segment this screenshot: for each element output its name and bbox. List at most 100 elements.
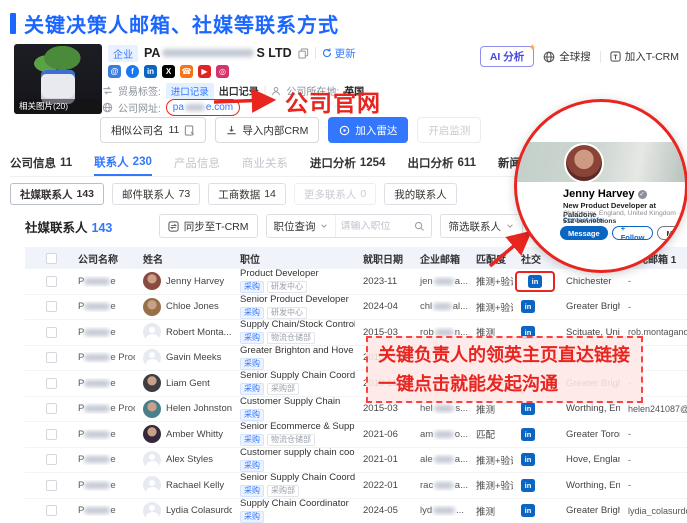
pill-更多联系人[interactable]: 更多联系人0	[294, 183, 376, 205]
linkedin-annotation-box: 关键负责人的领英主页直达链接 一键点击就能发起沟通	[366, 336, 643, 403]
more-button[interactable]: More	[657, 226, 687, 240]
position-tag: 采购	[240, 307, 264, 319]
contact-row[interactable]: PeJenny HarveyProduct Developer采购研发中心202…	[25, 269, 687, 295]
youtube-icon[interactable]: ▶	[198, 65, 211, 78]
checkbox-cell	[25, 505, 70, 516]
row-checkbox[interactable]	[46, 480, 57, 491]
phone-icon[interactable]: ☎	[180, 65, 193, 78]
annotation-line2: 一键点击就能发起沟通	[378, 370, 641, 399]
email-blur	[434, 405, 455, 412]
instagram-icon[interactable]: ◎	[216, 65, 229, 78]
row-checkbox[interactable]	[46, 403, 57, 414]
company-name: PA S LTD	[144, 46, 292, 60]
linkedin-icon[interactable]: in	[521, 453, 535, 466]
column-header: 公司名称	[70, 251, 135, 266]
company-suffix: e	[110, 505, 115, 516]
tab-公司信息[interactable]: 公司信息11	[10, 149, 72, 176]
contact-row[interactable]: PeLydia ColasurdoSupply Chain Coordinato…	[25, 499, 687, 523]
tcrm-icon	[610, 51, 621, 62]
message-button[interactable]: Message	[560, 226, 608, 240]
contact-row[interactable]: PeAlex StylesCustomer supply chain coord…	[25, 448, 687, 474]
avatar	[143, 374, 161, 392]
pill-社媒联系人[interactable]: 社媒联系人143	[10, 183, 104, 205]
row-checkbox[interactable]	[46, 429, 57, 440]
import-crm-button[interactable]: 导入内部CRM	[215, 117, 319, 143]
hire-date-cell: 2024-04	[355, 301, 412, 312]
tab-产品信息[interactable]: 产品信息	[174, 149, 220, 176]
row-checkbox[interactable]	[46, 301, 57, 312]
contact-name[interactable]: Liam Gent	[166, 378, 210, 389]
export-record-tag[interactable]: 出口记录	[219, 83, 259, 98]
contact-name[interactable]: Amber Whitty	[166, 429, 223, 440]
job-query-dropdown[interactable]: 职位查询	[267, 215, 336, 237]
update-button[interactable]: 更新	[322, 46, 356, 61]
contact-name[interactable]: Rachael Kelly	[166, 480, 224, 491]
linkedin-icon[interactable]: in	[528, 275, 542, 288]
globe-search-icon	[543, 51, 555, 63]
start-monitor-button[interactable]: 开启监测	[417, 117, 481, 143]
company-blur	[84, 405, 110, 412]
contact-name[interactable]: Helen Johnstone	[166, 403, 232, 414]
pill-邮件联系人[interactable]: 邮件联系人73	[112, 183, 200, 205]
contact-row[interactable]: PeChloe JonesSenior Product Developer采购研…	[25, 295, 687, 321]
linkedin-icon[interactable]: in	[521, 479, 535, 492]
checkbox-cell	[25, 327, 70, 338]
social-cell: in	[513, 402, 558, 415]
pill-工商数据[interactable]: 工商数据14	[208, 183, 286, 205]
join-tcrm-button[interactable]: 加入T-CRM	[610, 49, 679, 64]
company-suffix: e	[110, 327, 115, 338]
pill-我的联系人[interactable]: 我的联系人	[384, 183, 457, 205]
title-accent-bar	[10, 13, 16, 34]
tab-商业关系[interactable]: 商业关系	[242, 149, 288, 176]
import-record-tag[interactable]: 进口记录	[166, 83, 214, 99]
contact-row[interactable]: PeRachael KellySenior Supply Chain Coord…	[25, 473, 687, 499]
contact-name[interactable]: Gavin Meeks	[166, 352, 221, 363]
verified-icon: ✓	[638, 190, 647, 199]
row-checkbox[interactable]	[46, 327, 57, 338]
web-icon[interactable]: @	[108, 65, 121, 78]
sync-tcrm-button[interactable]: 同步至T-CRM	[159, 214, 258, 238]
linkedin-icon[interactable]: in	[521, 402, 535, 415]
copy-icon[interactable]	[298, 48, 309, 59]
row-checkbox[interactable]	[46, 454, 57, 465]
match-cell: 推测+验证	[468, 453, 513, 467]
x-icon[interactable]: X	[162, 65, 175, 78]
position-tag: 采购部	[267, 485, 299, 497]
tab-count: 230	[133, 156, 152, 168]
row-checkbox[interactable]	[46, 352, 57, 363]
email-prefix: lyd	[420, 505, 432, 516]
join-radar-button[interactable]: 加入雷达	[328, 117, 408, 143]
tab-联系人[interactable]: 联系人230	[94, 149, 152, 176]
company-suffix: e	[110, 301, 115, 312]
select-all-checkbox[interactable]	[46, 253, 57, 264]
linkedin-icon[interactable]: in	[521, 300, 535, 313]
row-checkbox[interactable]	[46, 378, 57, 389]
filter-contacts-dropdown[interactable]: 筛选联系人	[440, 214, 524, 238]
company-website-link[interactable]: pa e.com	[166, 99, 240, 116]
contact-name[interactable]: Robert Monta...	[166, 327, 231, 338]
similar-companies-button[interactable]: 相似公司名11	[100, 117, 206, 143]
column-header-label: 公司名称	[78, 251, 118, 266]
job-search-input[interactable]	[336, 221, 414, 232]
global-search-button[interactable]: 全球搜	[543, 49, 591, 64]
contact-name[interactable]: Alex Styles	[166, 454, 213, 465]
pill-label: 邮件联系人	[122, 187, 175, 202]
contact-name[interactable]: Chloe Jones	[166, 301, 219, 312]
linkedin-icon[interactable]: in	[521, 428, 535, 441]
contact-name[interactable]: Jenny Harvey	[166, 276, 224, 287]
contact-row[interactable]: PeAmber WhittySenior Ecommerce & Supply …	[25, 422, 687, 448]
position-cell: Supply Chain Coordinator采购	[232, 499, 355, 523]
pill-count: 14	[264, 188, 276, 200]
position-tag: 物流仓储部	[267, 332, 315, 344]
ai-analysis-button[interactable]: AI 分析	[480, 46, 534, 67]
linkedin-icon[interactable]: in	[521, 504, 535, 517]
tab-出口分析[interactable]: 出口分析611	[407, 149, 476, 176]
facebook-icon[interactable]: f	[126, 65, 139, 78]
follow-button[interactable]: + Follow	[612, 226, 654, 240]
row-checkbox[interactable]	[46, 505, 57, 516]
contact-name[interactable]: Lydia Colasurdo	[166, 505, 232, 516]
row-checkbox[interactable]	[46, 276, 57, 287]
linkedin-icon[interactable]: in	[144, 65, 157, 78]
company-photo[interactable]: 相关图片(20)	[14, 44, 102, 114]
tab-进口分析[interactable]: 进口分析1254	[310, 149, 386, 176]
